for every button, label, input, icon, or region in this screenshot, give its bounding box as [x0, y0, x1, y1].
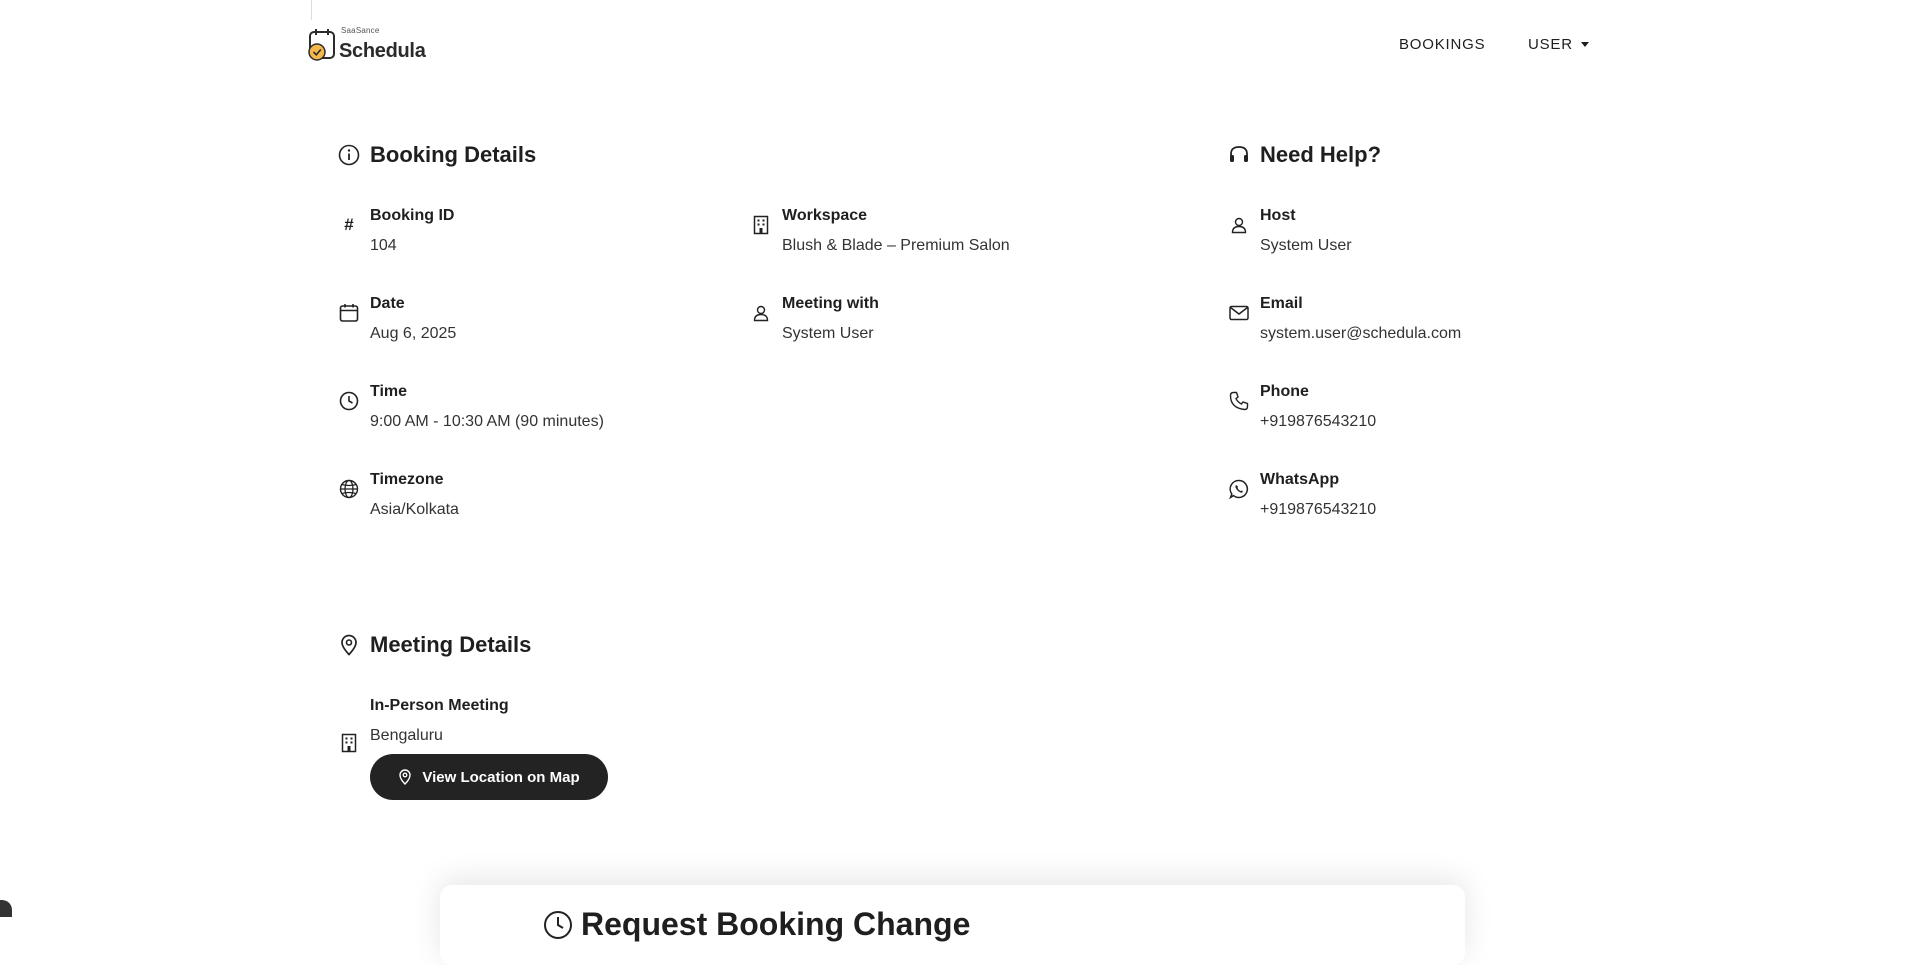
hash-icon: # [344, 215, 354, 234]
phone-link[interactable]: +919876543210 [1260, 413, 1376, 431]
calendar-icon [338, 302, 360, 324]
field-label: Email [1260, 295, 1303, 312]
field-value: Blush & Blade – Premium Salon [782, 237, 1010, 254]
scroll-corner [0, 900, 12, 917]
whatsapp-icon [1228, 478, 1250, 500]
page: SaaSance Schedula BOOKINGS USER Booking … [0, 0, 1905, 965]
field-label: Time [370, 383, 408, 400]
field-label: Timezone [370, 471, 444, 488]
meeting-details-heading: Meeting Details [338, 632, 531, 658]
field-label: Booking ID [370, 207, 455, 224]
building-icon [750, 214, 772, 236]
field-value: System User [782, 325, 874, 342]
field-label: Phone [1260, 383, 1309, 400]
calendar-check-logo-icon [307, 26, 337, 62]
field-label: Meeting with [782, 295, 879, 312]
caret-down-icon [1580, 42, 1589, 47]
nav-bookings-link[interactable]: BOOKINGS [1399, 36, 1485, 53]
email-link[interactable]: system.user@schedula.com [1260, 325, 1461, 343]
nav-user-menu[interactable]: USER [1528, 36, 1589, 53]
field-label: Host [1260, 207, 1296, 224]
user-icon [1228, 214, 1250, 236]
field-value: Asia/Kolkata [370, 501, 459, 518]
request-change-heading: Request Booking Change [543, 906, 970, 943]
field-value: System User [1260, 237, 1352, 254]
whatsapp-link[interactable]: +919876543210 [1260, 501, 1376, 519]
need-help-title: Need Help? [1260, 142, 1382, 167]
booking-details-title: Booking Details [370, 142, 537, 167]
clock-icon [543, 910, 573, 940]
user-icon [750, 302, 772, 324]
meeting-location-value: Bengaluru [370, 727, 443, 744]
need-help-heading: Need Help? [1228, 142, 1381, 168]
info-icon [338, 144, 360, 166]
view-location-on-map-button[interactable]: View Location on Map [370, 754, 608, 800]
map-pin-icon [338, 634, 360, 656]
field-value: 104 [370, 237, 397, 254]
map-button-label: View Location on Map [422, 768, 580, 786]
meeting-details-title: Meeting Details [370, 632, 532, 657]
globe-icon [338, 478, 360, 500]
brand-logo[interactable]: SaaSance Schedula [307, 26, 426, 62]
map-pin-icon [398, 769, 412, 785]
field-label: Workspace [782, 207, 868, 224]
phone-icon [1228, 390, 1250, 412]
booking-details-heading: Booking Details [338, 142, 536, 168]
field-label: Date [370, 295, 405, 312]
field-value: Aug 6, 2025 [370, 325, 457, 342]
headset-icon [1228, 144, 1250, 166]
field-label: WhatsApp [1260, 471, 1340, 488]
nav-user-label: USER [1528, 36, 1573, 53]
request-change-title: Request Booking Change [581, 906, 971, 942]
field-value: 9:00 AM - 10:30 AM (90 minutes) [370, 413, 604, 430]
building-icon [338, 732, 360, 754]
mail-icon [1228, 302, 1250, 324]
top-header: SaaSance Schedula BOOKINGS USER [0, 0, 1905, 90]
brand-tagline: SaaSance [341, 26, 380, 35]
clock-icon [338, 390, 360, 412]
meeting-type-label: In-Person Meeting [370, 697, 509, 714]
